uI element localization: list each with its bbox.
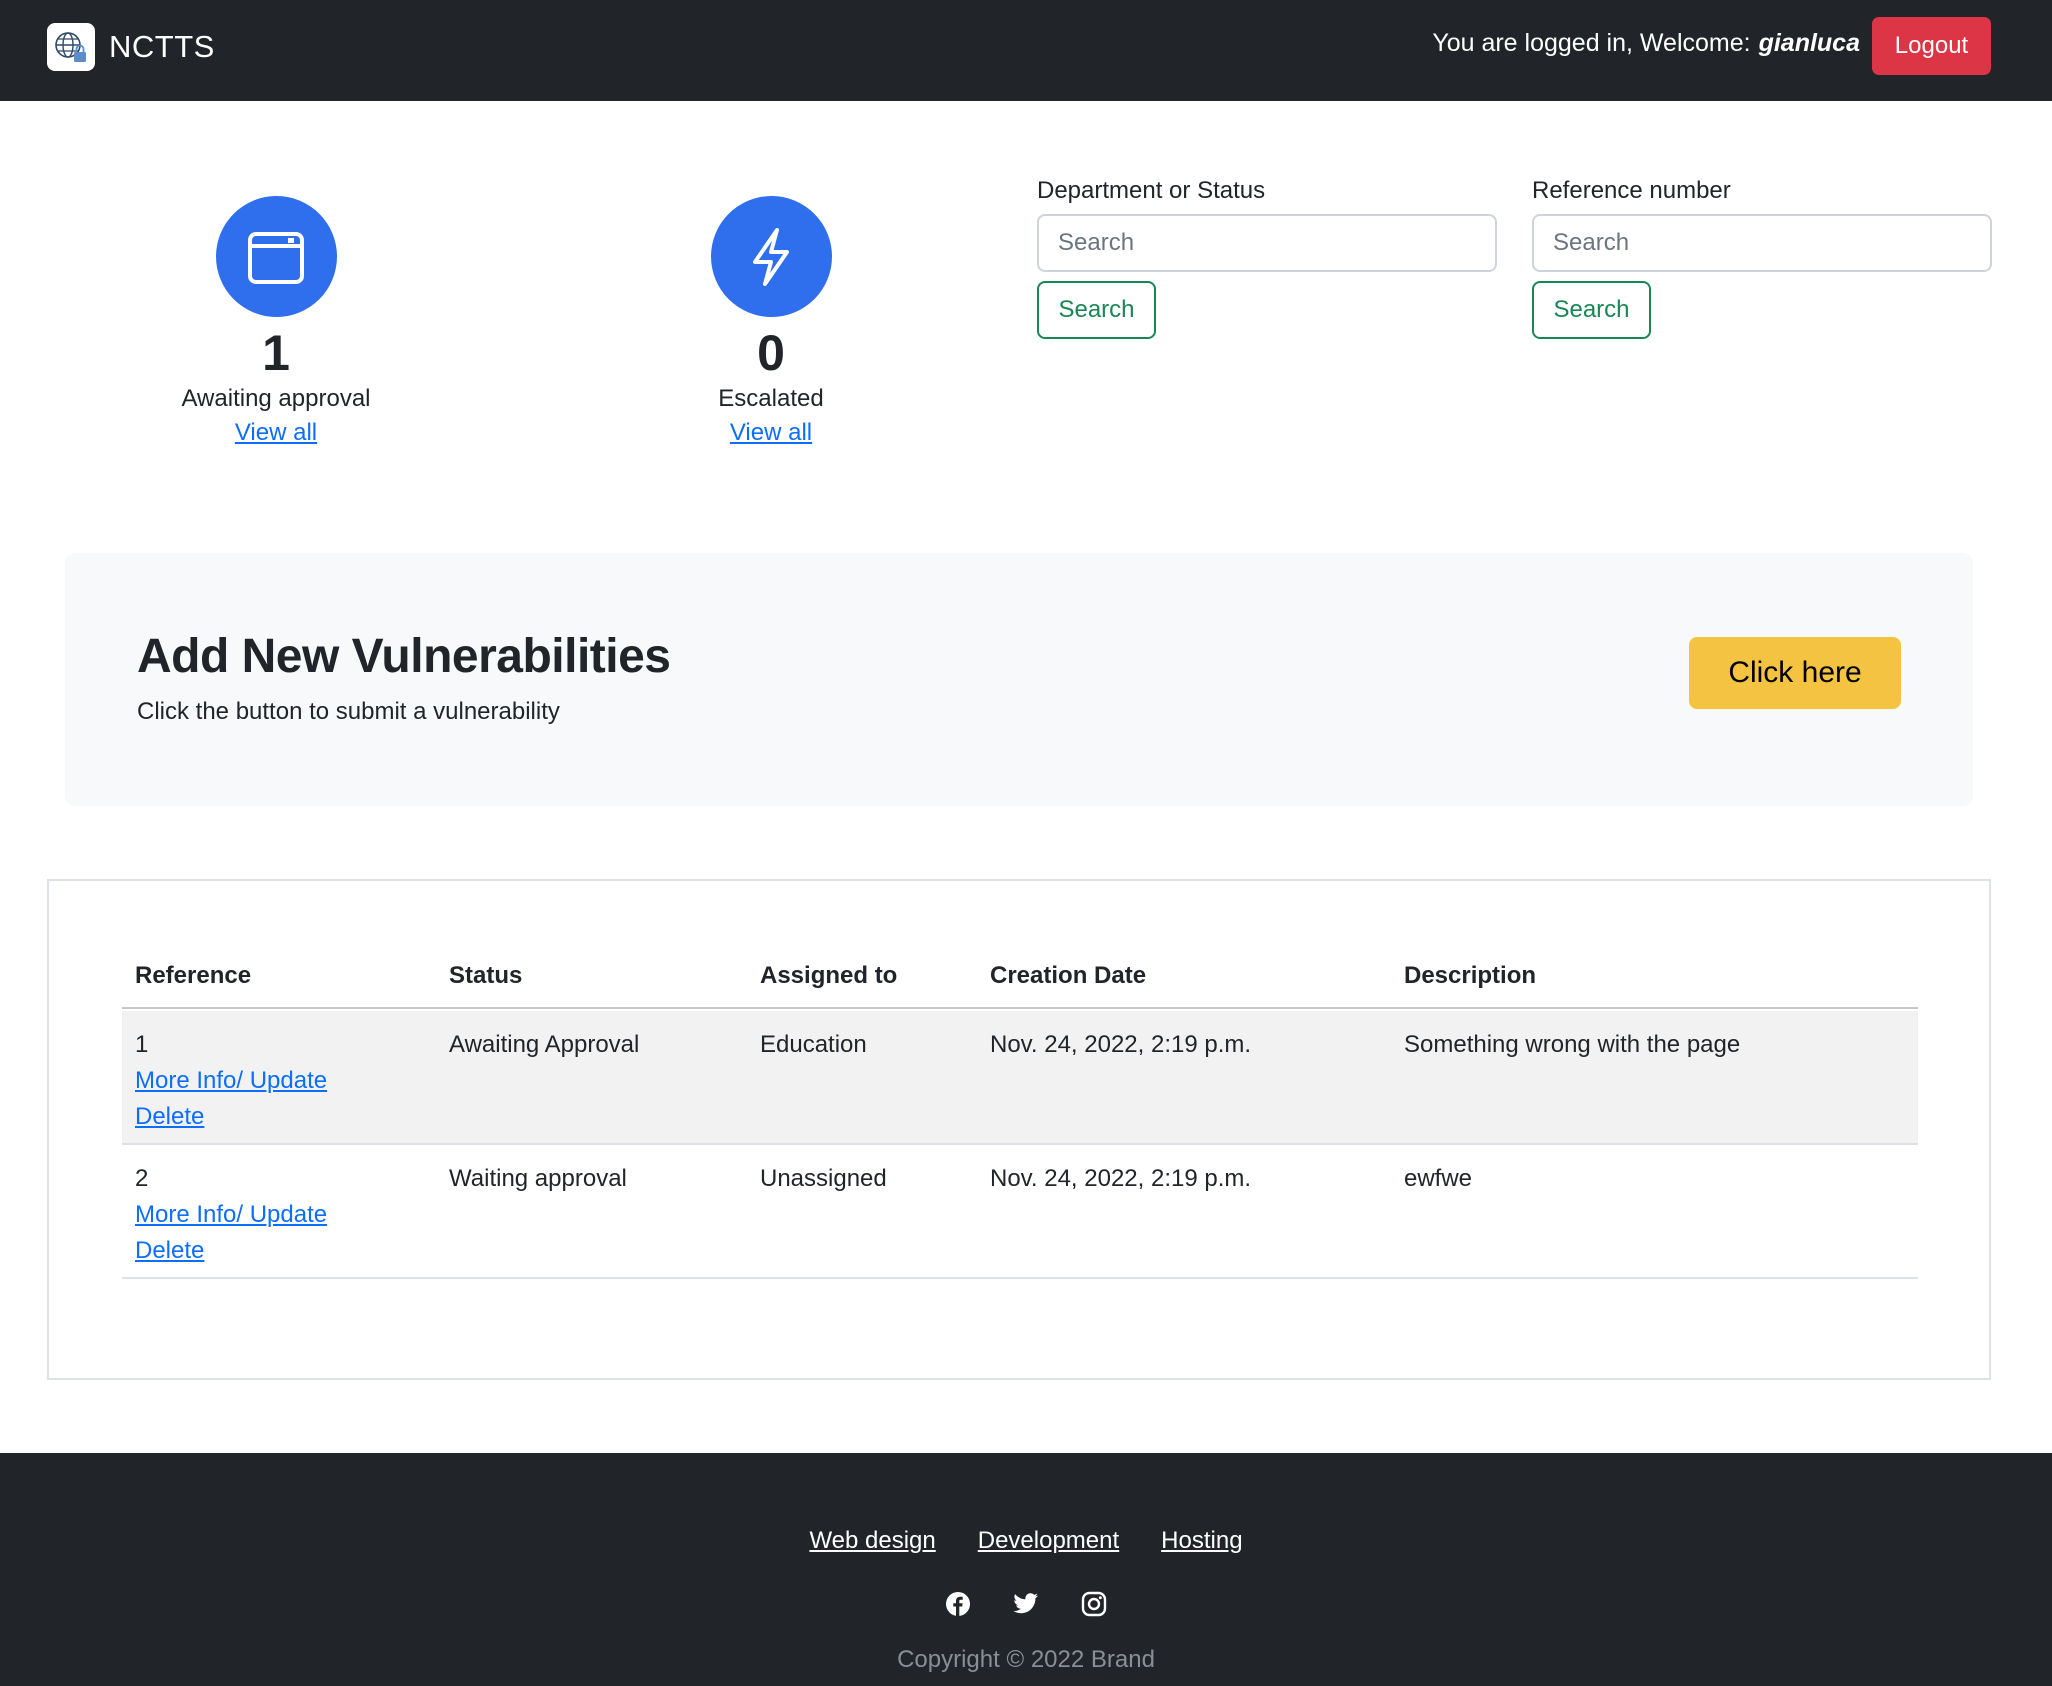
footer-links: Web design Development Hosting (0, 1527, 2052, 1555)
welcome-message: You are logged in, Welcome: gianluca (1432, 29, 1860, 58)
logout-button[interactable]: Logout (1872, 17, 1991, 75)
reference-search-label: Reference number (1532, 177, 1731, 204)
reference-search-input[interactable] (1532, 214, 1992, 272)
delete-link[interactable]: Delete (135, 1233, 327, 1269)
stat-awaiting-approval: 1 Awaiting approval View all (126, 196, 426, 447)
cta-subtitle: Click the button to submit a vulnerabili… (137, 698, 560, 725)
social-links (0, 1590, 2052, 1618)
department-search-form: Department or Status Search (1037, 176, 1497, 339)
column-header-reference: Reference (135, 962, 252, 989)
reference-number: 1 (135, 1031, 149, 1058)
awaiting-count: 1 (262, 325, 290, 381)
column-header-assigned: Assigned to (760, 962, 898, 989)
reference-search-button[interactable]: Search (1532, 281, 1651, 339)
twitter-icon[interactable] (1012, 1590, 1040, 1618)
more-info-update-link[interactable]: More Info/ Update (135, 1197, 327, 1233)
instagram-icon[interactable] (1080, 1590, 1108, 1618)
cell-assigned: Education (760, 1031, 867, 1058)
username: gianluca (1758, 29, 1860, 57)
copyright: Copyright © 2022 Brand (897, 1646, 1155, 1673)
view-all-escalated-link[interactable]: View all (730, 419, 812, 447)
column-header-status: Status (449, 962, 523, 989)
cell-status: Awaiting Approval (449, 1031, 640, 1058)
stat-escalated: 0 Escalated View all (621, 196, 921, 447)
more-info-update-link[interactable]: More Info/ Update (135, 1063, 327, 1099)
cell-reference: 2 More Info/ Update Delete (135, 1161, 327, 1269)
lightning-icon (710, 196, 832, 317)
vulnerabilities-table-card: Reference Status Assigned to Creation Da… (47, 879, 1991, 1380)
brand-name: NCTTS (109, 29, 215, 64)
cell-reference: 1 More Info/ Update Delete (135, 1027, 327, 1135)
escalated-label: Escalated (718, 385, 824, 412)
reference-search-form: Reference number Search (1532, 176, 1992, 339)
brand[interactable]: NCTTS (47, 23, 215, 71)
cta-title: Add New Vulnerabilities (137, 630, 671, 683)
view-all-awaiting-link[interactable]: View all (235, 419, 317, 447)
footer-link-web-design[interactable]: Web design (809, 1527, 935, 1555)
facebook-icon[interactable] (944, 1590, 972, 1618)
cell-status: Waiting approval (449, 1165, 627, 1192)
calendar-icon (215, 196, 337, 317)
globe-lock-icon (47, 23, 95, 71)
table-row: 1 More Info/ Update Delete Awaiting Appr… (122, 1011, 1918, 1145)
add-vulnerability-banner: Add New Vulnerabilities Click the button… (65, 553, 1973, 806)
department-search-label: Department or Status (1037, 177, 1266, 204)
escalated-count: 0 (757, 325, 785, 381)
department-search-button[interactable]: Search (1037, 281, 1156, 339)
column-header-date: Creation Date (990, 962, 1147, 989)
top-navbar: NCTTS You are logged in, Welcome: gianluc… (0, 0, 2052, 101)
footer-link-development[interactable]: Development (978, 1527, 1119, 1555)
footer-link-hosting[interactable]: Hosting (1161, 1527, 1242, 1555)
delete-link[interactable]: Delete (135, 1099, 327, 1135)
table-row: 2 More Info/ Update Delete Waiting appro… (122, 1145, 1918, 1279)
click-here-button[interactable]: Click here (1689, 637, 1901, 709)
table-header: Reference Status Assigned to Creation Da… (122, 946, 1918, 1009)
cell-description: ewfwe (1404, 1165, 1473, 1192)
cell-assigned: Unassigned (760, 1165, 887, 1192)
column-header-description: Description (1404, 962, 1537, 989)
footer: Web design Development Hosting Copyright… (0, 1453, 2052, 1686)
cell-description: Something wrong with the page (1404, 1031, 1741, 1058)
awaiting-label: Awaiting approval (181, 385, 371, 412)
department-search-input[interactable] (1037, 214, 1497, 272)
cell-date: Nov. 24, 2022, 2:19 p.m. (990, 1031, 1252, 1058)
reference-number: 2 (135, 1165, 149, 1192)
welcome-text: You are logged in, Welcome: (1432, 29, 1751, 57)
cell-date: Nov. 24, 2022, 2:19 p.m. (990, 1165, 1252, 1192)
